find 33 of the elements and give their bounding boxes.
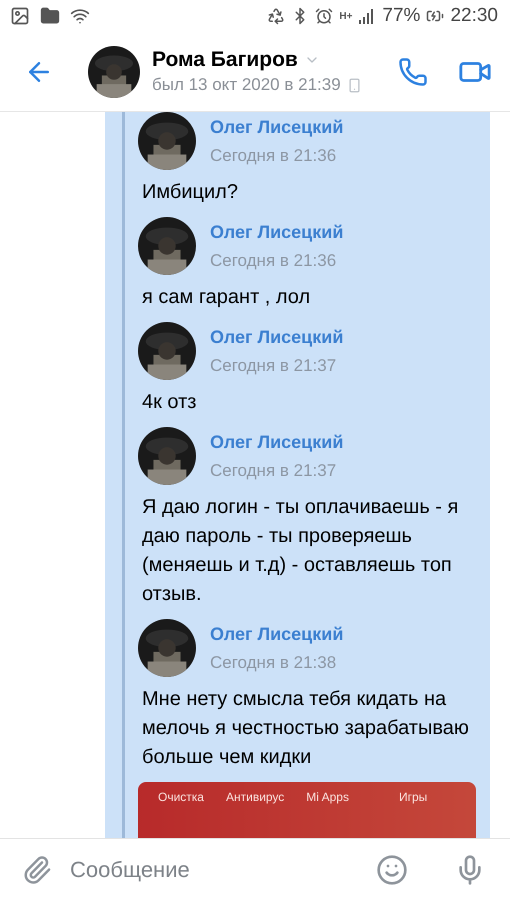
- alarm-icon: [315, 7, 334, 25]
- message-text: я сам гарант , лол: [141, 285, 312, 310]
- tab-label: Антивирус: [226, 790, 284, 804]
- tab-label: Mi Apps: [306, 790, 349, 804]
- message-text: Мне нету смысла тебя кидать на мелочь я честностью зарабатываю больше чем кидки: [141, 687, 470, 770]
- message-text: Я даю логин - ты оплачиваешь - я даю пароль - ты проверяешь (меняешь и т.д) - оставляешь топ отзыв.: [141, 495, 460, 607]
- author-name[interactable]: Олег Лисецкий: [210, 326, 344, 348]
- tab-label: Игры: [398, 790, 428, 804]
- author-name[interactable]: Олег Лисецкий: [210, 222, 344, 242]
- message-text: 4к отз: [141, 390, 198, 415]
- message-input[interactable]: Сообщение: [68, 856, 360, 884]
- author-name[interactable]: Олег Лисецкий: [210, 116, 344, 138]
- attached-screenshot[interactable]: Очистка Антивирус Mi Apps Игры: [138, 782, 476, 838]
- emoji-icon[interactable]: [376, 854, 408, 886]
- author-name[interactable]: Олег Лисецкий: [210, 624, 344, 644]
- message-time: Сегодня в 21:36: [210, 250, 338, 270]
- folder-icon: [40, 6, 60, 26]
- attach-icon[interactable]: [22, 854, 52, 884]
- tab-label: Очистка: [158, 790, 204, 804]
- image-icon: [10, 6, 30, 26]
- message-text: Имбицил?: [141, 180, 239, 205]
- message-time: Сегодня в 21:38: [210, 652, 338, 672]
- battery-percent: 77%: [382, 5, 420, 27]
- network-type: H+: [339, 10, 352, 22]
- clock-time: 22:30: [450, 5, 498, 27]
- phone-device-icon: [346, 78, 362, 92]
- author-name[interactable]: Олег Лисецкий: [210, 432, 344, 452]
- contact-name: Рома Багиров: [152, 48, 298, 72]
- message-time: Сегодня в 21:37: [210, 356, 338, 376]
- last-seen: был 13 окт 2020 в 21:39: [152, 75, 341, 95]
- message-time: Сегодня в 21:36: [210, 146, 338, 166]
- call-button[interactable]: [398, 56, 428, 86]
- message-time: Сегодня в 21:37: [210, 460, 338, 480]
